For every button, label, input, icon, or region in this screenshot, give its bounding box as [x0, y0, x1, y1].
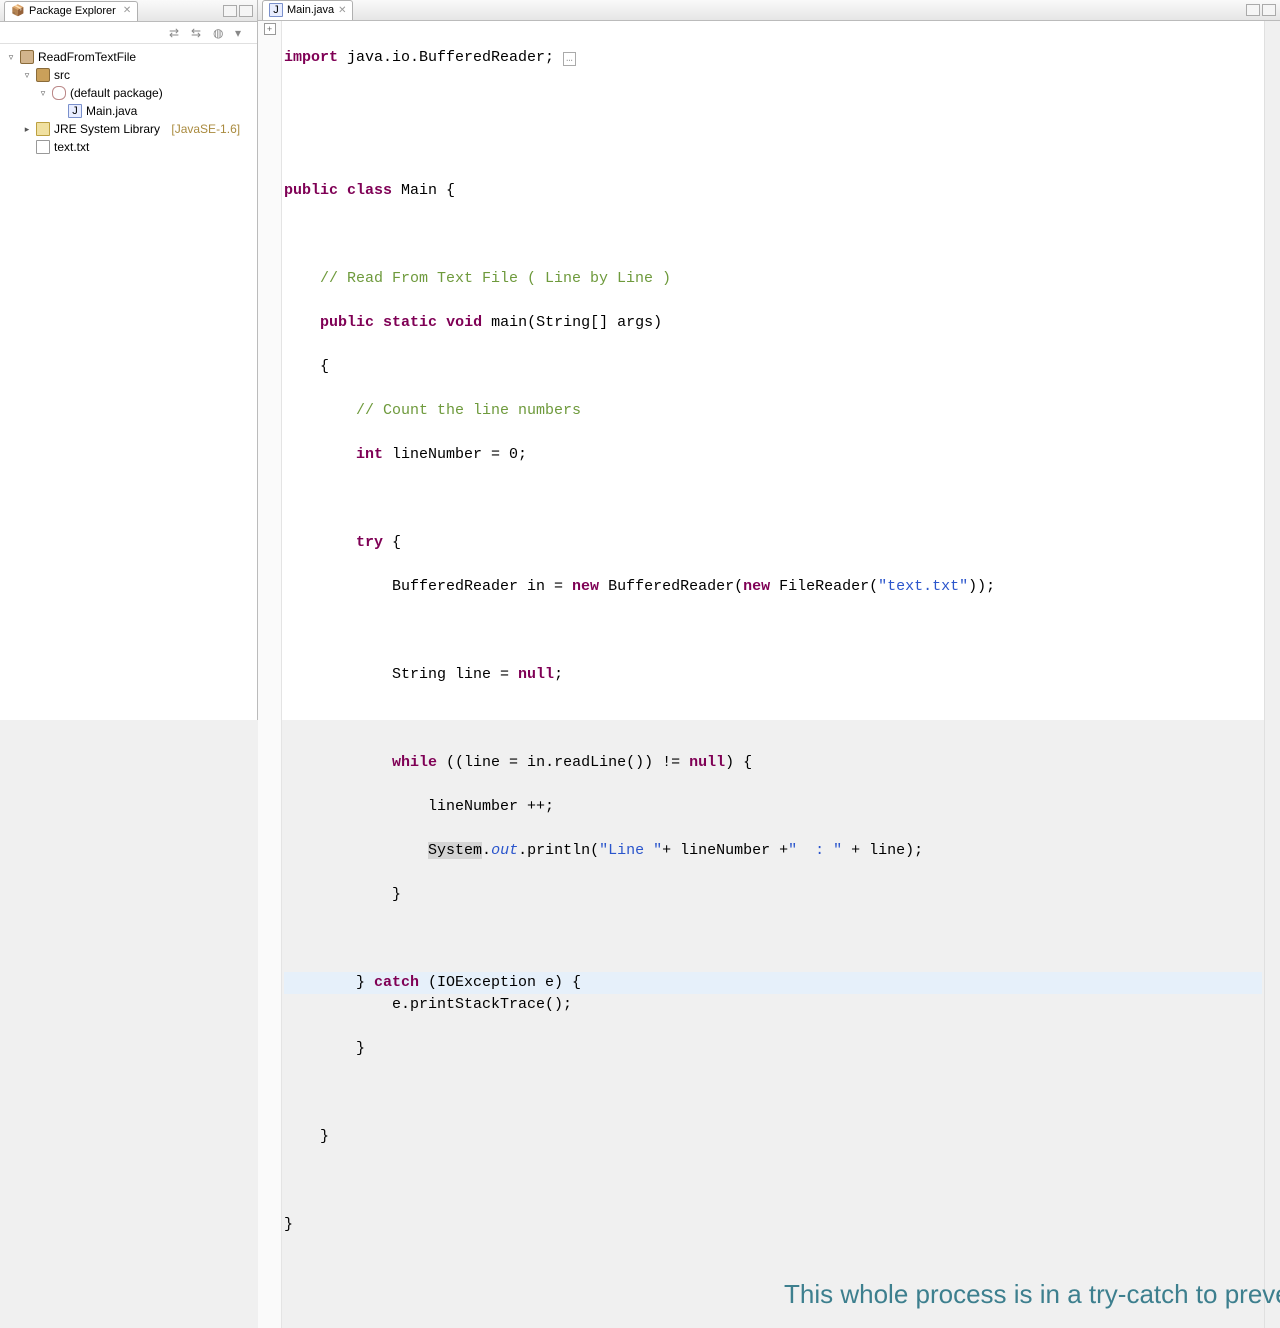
maximize-editor-button[interactable] [1262, 4, 1276, 16]
close-icon[interactable]: ✕ [123, 5, 131, 16]
tree-label-suffix: [JavaSE-1.6] [171, 122, 240, 136]
tree-package[interactable]: ▿ (default package) [2, 84, 255, 102]
link-editor-icon[interactable]: ⇆ [191, 26, 205, 40]
twisty-collapsed-icon[interactable]: ▸ [22, 124, 32, 135]
overlay-annotation: This whole process is in a try-catch to … [784, 1276, 1184, 1312]
minimize-view-button[interactable] [223, 5, 237, 17]
minimize-editor-button[interactable] [1246, 4, 1260, 16]
close-icon[interactable]: ✕ [338, 5, 346, 16]
package-explorer-tab[interactable]: 📦 Package Explorer ✕ [4, 1, 138, 21]
twisty-expanded-icon[interactable]: ▿ [38, 88, 48, 99]
package-explorer-panel: 📦 Package Explorer ✕ ⇄ ⇆ ◍ ▾ ▿ ReadFromT… [0, 0, 258, 720]
highlighted-line: } catch (IOException e) { [284, 972, 1262, 994]
code-editor[interactable]: import java.io.BufferedReader; … public … [282, 21, 1264, 1328]
fold-import-icon[interactable]: + [264, 23, 276, 35]
tree-src[interactable]: ▿ src [2, 66, 255, 84]
package-icon: 📦 [11, 4, 25, 18]
tree-jre[interactable]: ▸ JRE System Library [JavaSE-1.6] [2, 120, 255, 138]
view-toolbar: ⇄ ⇆ ◍ ▾ [0, 22, 257, 44]
tree-label: Main.java [86, 104, 137, 118]
folding-ruler[interactable]: + [258, 21, 282, 1328]
vertical-scrollbar[interactable] [1264, 21, 1280, 1328]
tree-file-text[interactable]: text.txt [2, 138, 255, 156]
project-icon [20, 50, 34, 64]
twisty-expanded-icon[interactable]: ▿ [22, 70, 32, 81]
view-menu-icon[interactable]: ▾ [235, 26, 249, 40]
editor-tab-main[interactable]: J Main.java ✕ [262, 0, 353, 20]
src-folder-icon [36, 68, 50, 82]
library-icon [36, 122, 50, 136]
maximize-view-button[interactable] [239, 5, 253, 17]
tree-project[interactable]: ▿ ReadFromTextFile [2, 48, 255, 66]
twisty-expanded-icon[interactable]: ▿ [6, 52, 16, 63]
tree-label: (default package) [70, 86, 163, 100]
filter-icon[interactable]: ◍ [213, 26, 227, 40]
project-tree: ▿ ReadFromTextFile ▿ src ▿ (default pack… [0, 44, 257, 160]
tree-label: ReadFromTextFile [38, 50, 136, 64]
tree-label: JRE System Library [54, 122, 160, 136]
collapse-all-icon[interactable]: ⇄ [169, 26, 183, 40]
editor-panel: J Main.java ✕ + import java.io.BufferedR… [258, 0, 1280, 720]
tree-file-main[interactable]: J Main.java [2, 102, 255, 120]
editor-tabbar: J Main.java ✕ [258, 0, 1280, 21]
java-file-icon: J [68, 104, 82, 118]
java-file-icon: J [269, 3, 283, 17]
package-icon [52, 86, 66, 100]
text-file-icon [36, 140, 50, 154]
view-tabbar: 📦 Package Explorer ✕ [0, 0, 257, 22]
view-tab-label: Package Explorer [29, 5, 116, 17]
tree-label: src [54, 68, 70, 82]
editor-tab-label: Main.java [287, 4, 334, 16]
tree-label: text.txt [54, 140, 89, 154]
